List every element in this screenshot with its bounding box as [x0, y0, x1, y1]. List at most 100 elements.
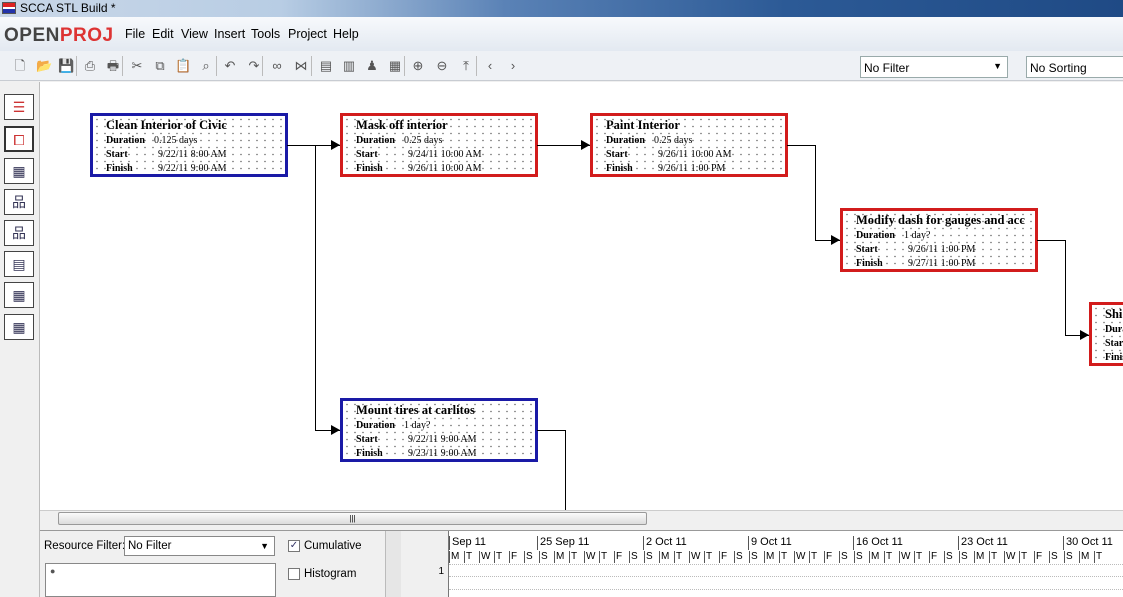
scrollbar-thumb[interactable]: ||| [58, 512, 647, 525]
day-header: F [929, 551, 938, 563]
paste-icon[interactable]: 📋 [175, 58, 191, 74]
day-header: T [989, 551, 998, 563]
resource-usage-view-button[interactable]: ▦ [4, 158, 34, 184]
task-duration: 0.125 days [154, 135, 198, 146]
chevron-down-icon: ▼ [993, 61, 1002, 71]
day-header: F [824, 551, 833, 563]
task-usage-view-button[interactable]: ▤ [4, 251, 34, 277]
network-diagram-canvas[interactable]: Clean Interior of Civic Duration 0.125 da… [40, 82, 1123, 510]
menu-project[interactable]: Project [288, 27, 327, 41]
task-node[interactable]: Modify dash for gauges and acc Duration 1… [840, 208, 1038, 272]
gantt-view-button[interactable]: ☰ [4, 94, 34, 120]
print-preview-icon[interactable]: 🖶 [105, 58, 121, 74]
day-header: S [524, 551, 533, 563]
task-finish: 9/26/11 1:00 PM [658, 163, 726, 174]
sorting-dropdown[interactable]: No Sorting [1026, 56, 1123, 78]
day-header: M [554, 551, 565, 563]
day-header: W [479, 551, 491, 563]
undo-icon[interactable]: ↶ [222, 58, 238, 74]
task-finish: 9/23/11 9:00 AM [408, 448, 477, 459]
copy-icon[interactable]: ⧉ [152, 58, 168, 74]
week-header: 25 Sep 11 [537, 536, 589, 550]
duration-label: Duration [106, 135, 145, 146]
cut-icon[interactable]: ✂ [129, 58, 145, 74]
task-node[interactable]: Paint Interior Duration 0.25 days Start 9/… [590, 113, 788, 177]
start-label: Start [106, 149, 128, 160]
print-icon[interactable]: ⎙ [82, 58, 98, 74]
task-start: 9/24/11 10:00 AM [408, 149, 482, 160]
menu-file[interactable]: File [125, 27, 145, 41]
next-icon[interactable]: › [505, 58, 521, 74]
resource-list[interactable]: ● [45, 563, 276, 597]
duration-label: Duration [1105, 324, 1123, 335]
previous-icon[interactable]: ‹ [482, 58, 498, 74]
resource-assign-view-button[interactable]: ▦ [4, 314, 34, 340]
scroll-to-task-icon[interactable]: ⤒ [458, 58, 474, 74]
task-node[interactable]: Clean Interior of Civic Duration 0.125 da… [90, 113, 288, 177]
resource-filter-dropdown[interactable]: No Filter ▼ [124, 536, 275, 556]
resource-delete-view-button[interactable]: ▦ [4, 282, 34, 308]
day-header: T [1019, 551, 1028, 563]
menu-bar: OPENPROJ File Edit View Insert Tools Pro… [0, 17, 1123, 51]
menu-tools[interactable]: Tools [251, 27, 280, 41]
toolbar-separator [216, 56, 217, 76]
open-icon[interactable]: 📂 [36, 58, 52, 74]
day-header: T [569, 551, 578, 563]
menu-help[interactable]: Help [333, 27, 359, 41]
day-header: M [869, 551, 880, 563]
day-header: M [449, 551, 460, 563]
histogram-checkbox[interactable] [288, 568, 300, 580]
menu-view[interactable]: View [181, 27, 208, 41]
task-name: Mount tires at carlitos [356, 403, 475, 417]
dependency-line [815, 145, 816, 240]
resource-filter-label: Resource Filter: [44, 540, 126, 552]
finish-label: Finish [856, 258, 883, 269]
rbs-view-button[interactable]: 品 [4, 220, 34, 246]
filter-dropdown[interactable]: No Filter ▼ [860, 56, 1008, 78]
dependency-line [537, 430, 565, 431]
day-header: T [884, 551, 893, 563]
day-header: T [1094, 551, 1103, 563]
vertical-scrollbar[interactable] [385, 531, 401, 597]
cumulative-checkbox[interactable]: ✓ [288, 540, 300, 552]
finish-label: Finish [356, 448, 383, 459]
day-header: F [719, 551, 728, 563]
menu-insert[interactable]: Insert [214, 27, 245, 41]
day-header: W [794, 551, 806, 563]
dependency-line [1037, 240, 1065, 241]
grid-line [449, 576, 1123, 577]
zoom-in-icon[interactable]: ⊕ [410, 58, 426, 74]
task-name: Mask off interior [356, 118, 448, 132]
notes-icon[interactable]: ▥ [341, 58, 357, 74]
toolbar: 🗋 📂 💾 ⎙ 🖶 ✂ ⧉ 📋 ⌕ ↶ ↷ ∞ ⋈ ▤ ▥ ♟ ▦ ⊕ ⊖ ⤒ ‹ › No Filter ▼ No Sor… [0, 51, 1123, 81]
day-header: T [809, 551, 818, 563]
resource-icon[interactable]: ♟ [364, 58, 380, 74]
save-icon[interactable]: 💾 [58, 58, 74, 74]
calendar-icon[interactable]: ▦ [387, 58, 403, 74]
wbs-view-button[interactable]: 品 [4, 189, 34, 215]
task-node[interactable]: Mask off interior Duration 0.25 days Star… [340, 113, 538, 177]
grid-line [449, 589, 1123, 590]
unlink-icon[interactable]: ⋈ [293, 58, 309, 74]
redo-icon[interactable]: ↷ [246, 58, 262, 74]
app-icon [2, 2, 16, 14]
find-icon[interactable]: ⌕ [198, 58, 214, 74]
dependency-line [315, 145, 316, 430]
task-info-icon[interactable]: ▤ [318, 58, 334, 74]
week-header: 23 Oct 11 [958, 536, 1008, 550]
dependency-line [787, 145, 815, 146]
arrow-head-icon [831, 235, 840, 245]
task-node[interactable]: Mount tires at carlitos Duration 1 day? S… [340, 398, 538, 462]
start-label: Start [1105, 338, 1123, 349]
task-duration: 0.25 days [654, 135, 693, 146]
zoom-out-icon[interactable]: ⊖ [434, 58, 450, 74]
menu-edit[interactable]: Edit [152, 27, 174, 41]
task-node[interactable]: Shi Duration Start Finish [1089, 302, 1123, 366]
day-header: M [764, 551, 775, 563]
histogram-label: Histogram [304, 568, 357, 580]
link-icon[interactable]: ∞ [269, 58, 285, 74]
new-icon[interactable]: 🗋 [12, 58, 28, 74]
toolbar-separator [122, 56, 123, 76]
network-view-button[interactable]: ⧠ [4, 126, 34, 152]
duration-label: Duration [356, 420, 395, 431]
